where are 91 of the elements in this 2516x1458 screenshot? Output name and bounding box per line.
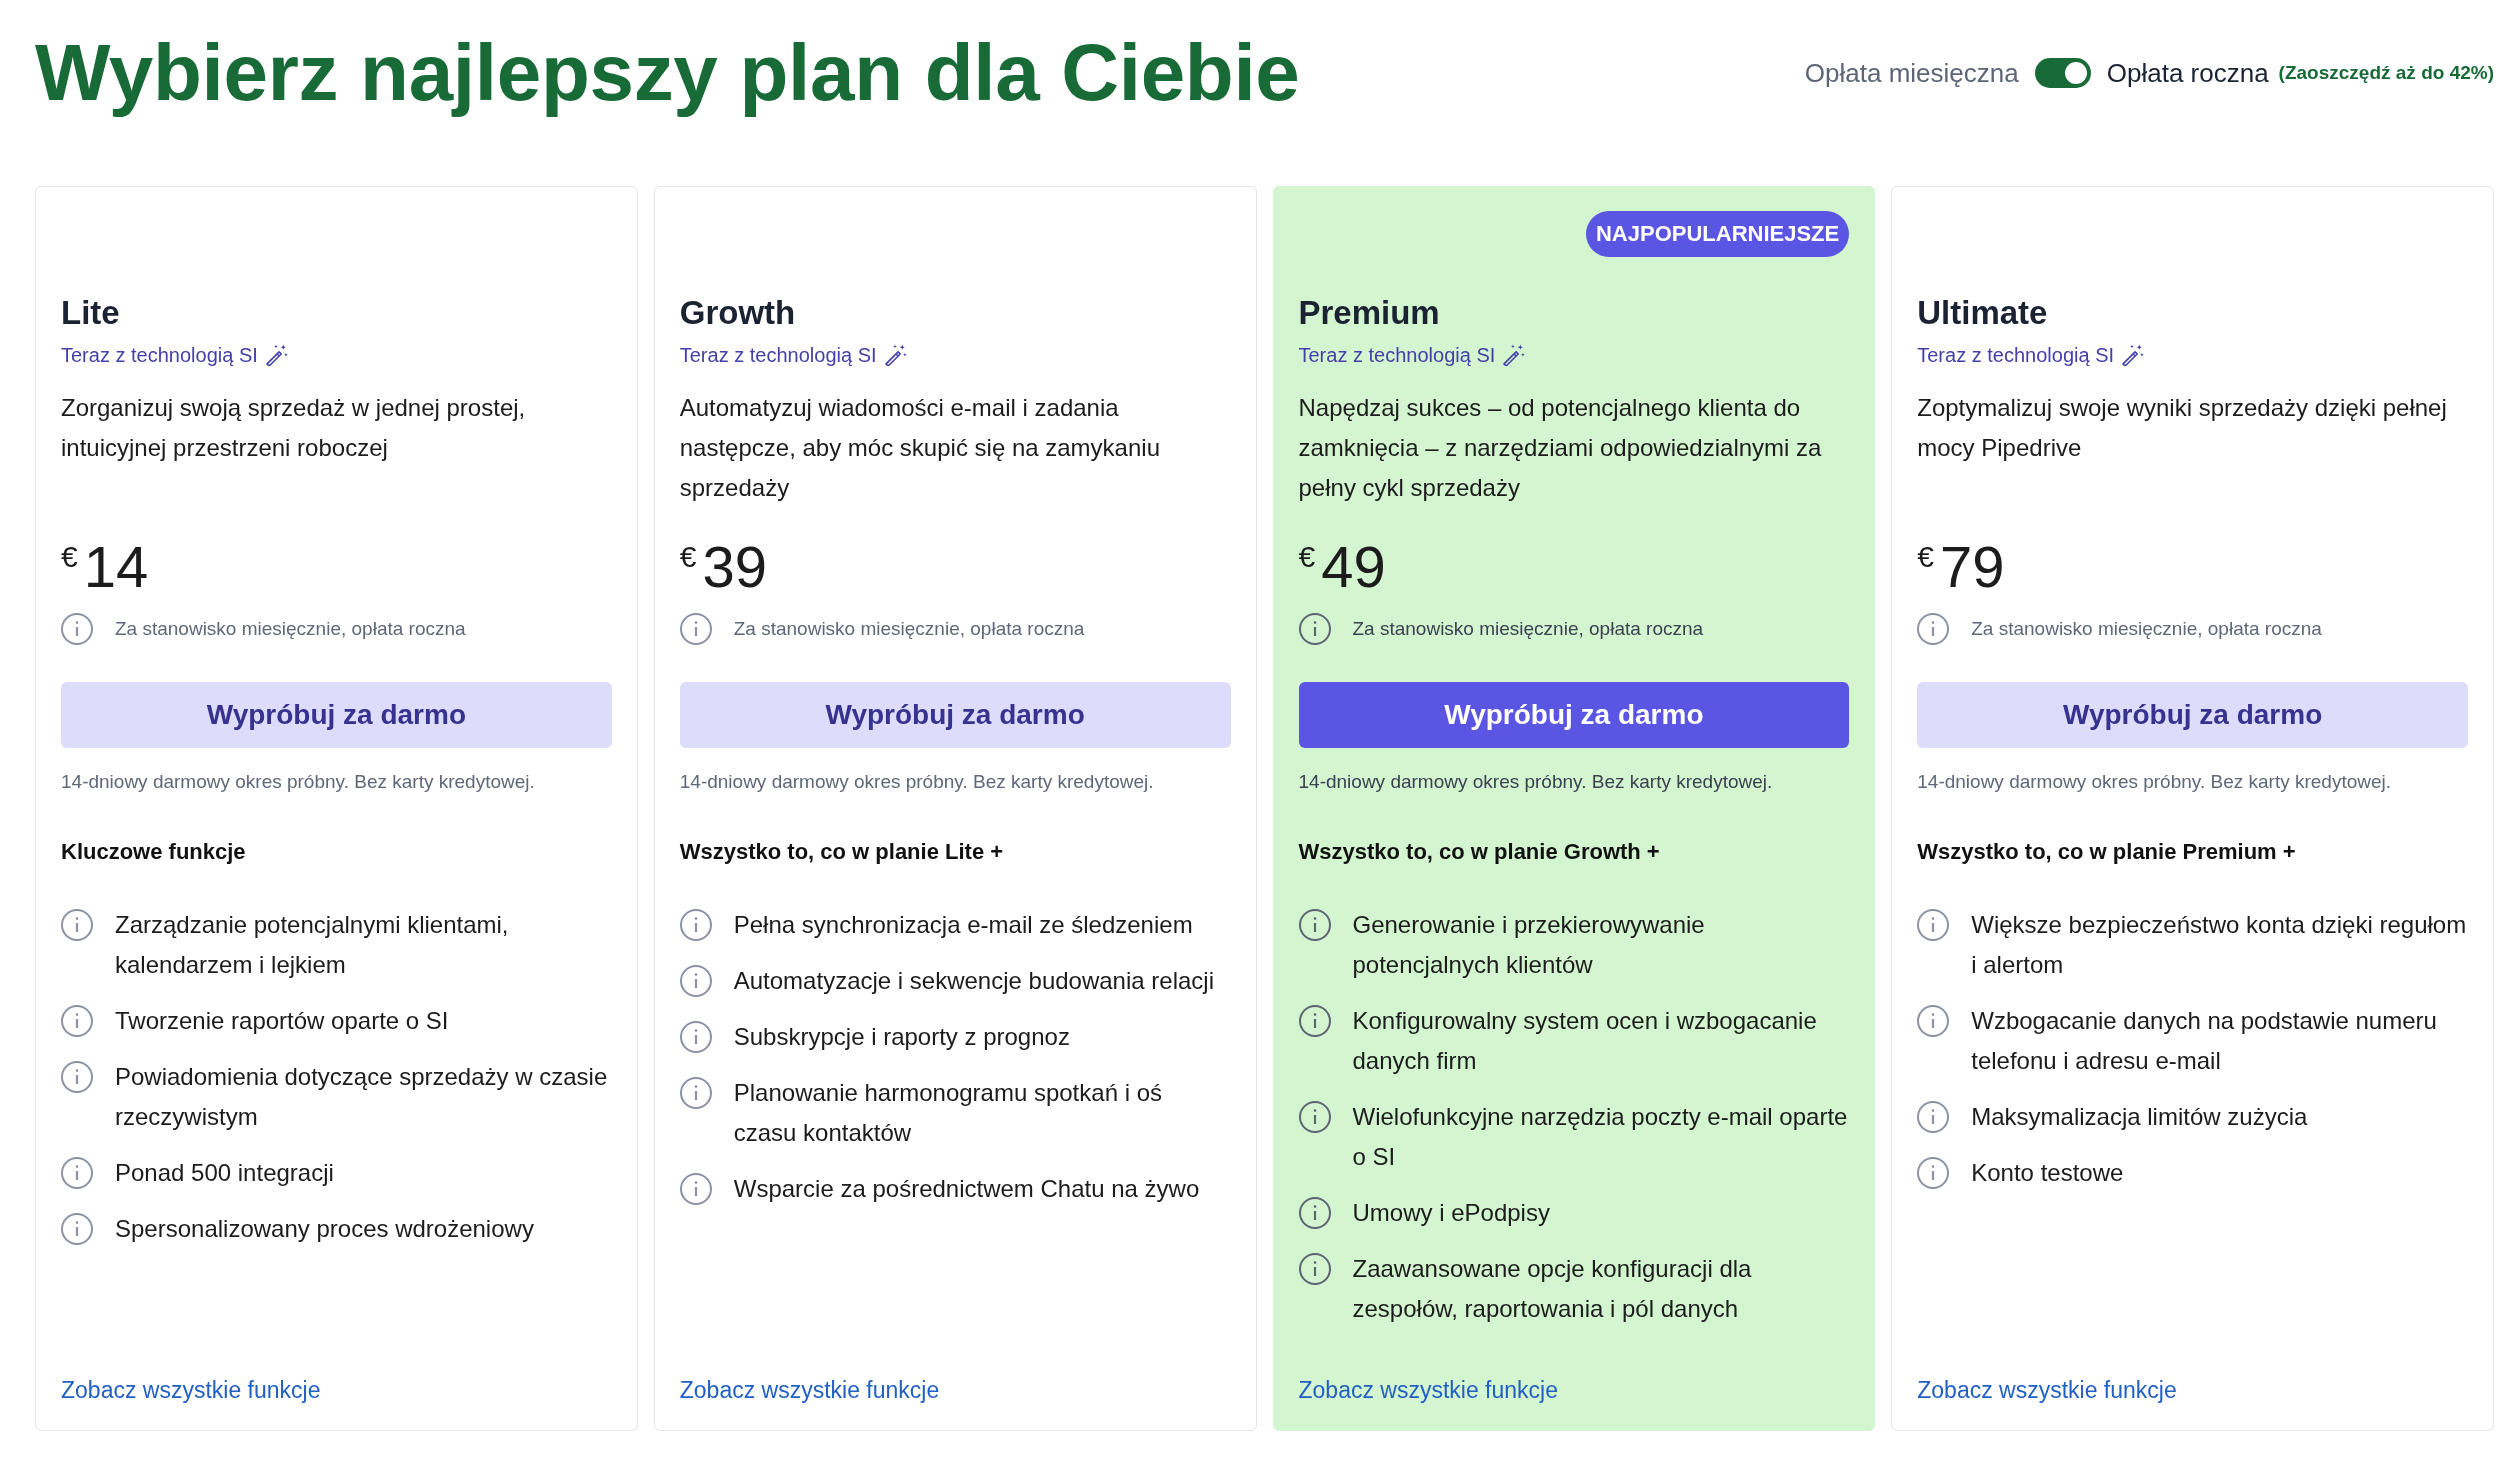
price-amount: 49 (1321, 535, 1386, 599)
currency-symbol: € (679, 539, 697, 575)
feature-text: Wsparcie za pośrednictwem Chatu na żywo (733, 1174, 1200, 1204)
info-icon (1917, 909, 1950, 941)
currency-symbol: € (1298, 539, 1316, 575)
savings-note: (Zaoszczędź aż do 42%) (2278, 61, 2494, 85)
price-amount: 79 (1939, 535, 2005, 599)
ai-feature-note: Teraz z technologią SI (1298, 343, 1496, 368)
plan-description: Napędzaj sukces – od potencjalnego klienta do zamknięcia – z narzędziami odpowiedzialnymi za pełny cykl sprzedaży (1298, 393, 1823, 503)
info-icon (1917, 1005, 1950, 1037)
feature-text: Większe bezpieczeństwo konta dzięki regułom i alertom (1971, 910, 2468, 980)
free-trial-button[interactable]: Wypróbuj za darmo (1298, 682, 1850, 748)
feature-text: Pełna synchronizacja e-mail ze śledzeniem (733, 910, 1193, 940)
price-note: Za stanowisko miesięcznie, opłata roczna (733, 617, 1085, 641)
see-all-features-link[interactable]: Zobacz wszystkie funkcje (679, 1374, 940, 1406)
free-trial-button[interactable]: Wypróbuj za darmo (61, 682, 612, 748)
plan-name: Premium (1298, 293, 1441, 333)
info-icon (679, 1173, 712, 1205)
ai-feature-note: Teraz z technologią SI (1917, 343, 2115, 368)
feature-text: Umowy i ePodpisy (1352, 1198, 1550, 1228)
features-heading: Kluczowe funkcje (61, 838, 247, 866)
price-note: Za stanowisko miesięcznie, opłata roczna (1971, 617, 2322, 641)
price-amount: 39 (702, 535, 767, 599)
currency-symbol: € (61, 539, 78, 575)
info-icon (61, 613, 93, 645)
monthly-billing-label[interactable]: Opłata miesięczna (1804, 57, 2019, 89)
info-icon (679, 1021, 712, 1053)
info-icon (1917, 613, 1950, 645)
info-icon (1298, 1005, 1331, 1037)
info-icon (679, 1077, 712, 1109)
info-icon (679, 613, 712, 645)
plan-description: Zorganizuj swoją sprzedaż w jednej prostej, intuicyjnej przestrzeni roboczej (61, 393, 527, 463)
feature-text: Maksymalizacja limitów zużycia (1971, 1102, 2308, 1132)
see-all-features-link[interactable]: Zobacz wszystkie funkcje (1298, 1374, 1558, 1406)
info-icon (1298, 1197, 1331, 1229)
info-icon (61, 1157, 93, 1189)
plan-description: Zoptymalizuj swoje wyniki sprzedaży dzięki pełnej mocy Pipedrive (1917, 393, 2448, 463)
feature-text: Generowanie i przekierowywanie potencjalnych klientów (1352, 910, 1706, 980)
trial-note: 14-dniowy darmowy okres próbny. Bez karty kredytowej. (679, 770, 1155, 794)
info-icon (61, 1061, 93, 1093)
price-amount: 14 (83, 535, 149, 599)
info-icon (1298, 909, 1331, 941)
trial-note: 14-dniowy darmowy okres próbny. Bez karty kredytowej. (61, 770, 536, 794)
price-note: Za stanowisko miesięcznie, opłata roczna (1352, 617, 1704, 641)
feature-text: Wielofunkcyjne narzędzia poczty e-mail oparte o SI (1352, 1102, 1849, 1172)
annual-billing-label[interactable]: Opłata roczna (2106, 57, 2269, 89)
feature-text: Konto testowe (1971, 1158, 2124, 1188)
info-icon (1298, 1101, 1331, 1133)
feature-text: Planowanie harmonogramu spotkań i oś czasu kontaktów (733, 1078, 1163, 1148)
ai-feature-note: Teraz z technologią SI (61, 343, 258, 368)
feature-text: Wzbogacanie danych na podstawie numeru telefonu i adresu e-mail (1971, 1006, 2438, 1076)
feature-text: Spersonalizowany proces wdrożeniowy (115, 1214, 534, 1244)
feature-text: Powiadomienia dotyczące sprzedaży w czasie rzeczywistym (115, 1062, 609, 1132)
free-trial-button[interactable]: Wypróbuj za darmo (1917, 682, 2468, 748)
features-heading: Wszystko to, co w planie Growth + (1298, 838, 1661, 866)
feature-text: Zarządzanie potencjalnymi klientami, kalendarzem i lejkiem (115, 910, 510, 980)
plan-name: Ultimate (1917, 293, 2049, 333)
popular-badge: NAJPOPULARNIEJSZE (1585, 211, 1850, 257)
trial-note: 14-dniowy darmowy okres próbny. Bez karty kredytowej. (1298, 770, 1774, 794)
info-icon (61, 909, 93, 941)
trial-note: 14-dniowy darmowy okres próbny. Bez karty kredytowej. (1917, 770, 2393, 794)
plan-name: Growth (679, 293, 797, 333)
magic-wand-icon (884, 344, 907, 366)
info-icon (1298, 1253, 1331, 1285)
features-heading: Wszystko to, co w planie Lite + (679, 838, 1005, 866)
info-icon (61, 1213, 93, 1245)
features-heading: Wszystko to, co w planie Premium + (1917, 838, 2297, 866)
feature-text: Tworzenie raportów oparte o SI (115, 1006, 449, 1036)
info-icon (679, 965, 712, 997)
currency-symbol: € (1917, 539, 1934, 575)
plan-name: Lite (61, 293, 121, 333)
billing-toggle[interactable] (2034, 58, 2091, 88)
info-icon (679, 909, 712, 941)
ai-feature-note: Teraz z technologią SI (679, 343, 877, 368)
info-icon (1917, 1101, 1950, 1133)
feature-text: Ponad 500 integracji (115, 1158, 334, 1188)
free-trial-button[interactable]: Wypróbuj za darmo (679, 682, 1231, 748)
see-all-features-link[interactable]: Zobacz wszystkie funkcje (1917, 1374, 2177, 1406)
magic-wand-icon (2122, 344, 2145, 366)
info-icon (61, 1005, 93, 1037)
feature-text: Konfigurowalny system ocen i wzbogacanie danych firm (1352, 1006, 1818, 1076)
see-all-features-link[interactable]: Zobacz wszystkie funkcje (61, 1374, 321, 1406)
price-note: Za stanowisko miesięcznie, opłata roczna (115, 617, 466, 641)
feature-text: Subskrypcje i raporty z prognoz (733, 1022, 1070, 1052)
feature-text: Zaawansowane opcje konfiguracji dla zespołów, raportowania i pól danych (1352, 1254, 1753, 1324)
feature-text: Automatyzacje i sekwencje budowania relacji (733, 966, 1214, 996)
plan-description: Automatyzuj wiadomości e-mail i zadania następcze, aby móc skupić się na zamykaniu sprzedaży (679, 393, 1161, 503)
magic-wand-icon (265, 344, 288, 366)
info-icon (1917, 1157, 1950, 1189)
info-icon (1298, 613, 1331, 645)
magic-wand-icon (1503, 344, 1526, 366)
